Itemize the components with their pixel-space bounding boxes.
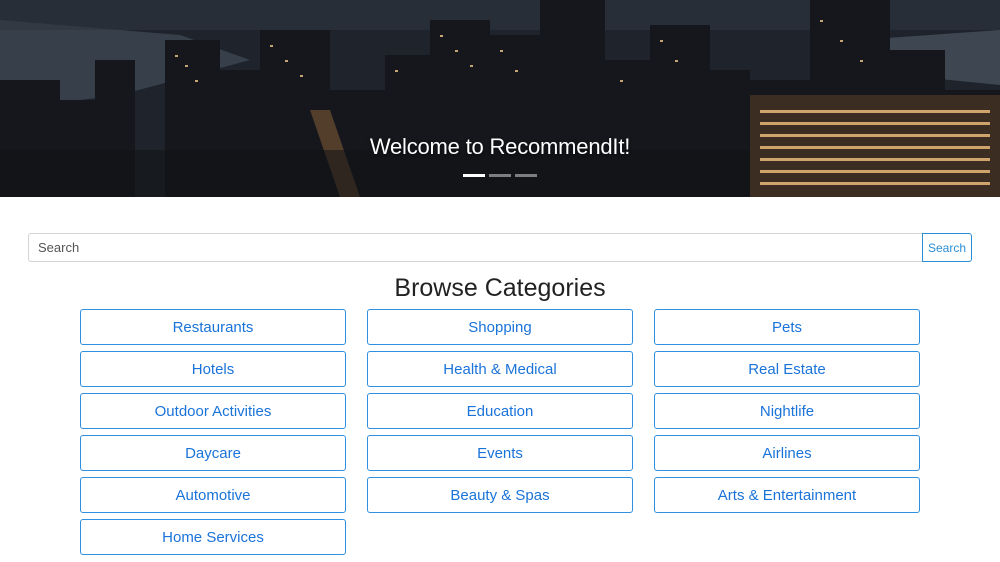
category-real-estate-button[interactable]: Real Estate: [654, 351, 920, 387]
category-automotive-button[interactable]: Automotive: [80, 477, 346, 513]
category-pets-button[interactable]: Pets: [654, 309, 920, 345]
category-education-button[interactable]: Education: [367, 393, 633, 429]
search-button[interactable]: Search: [922, 233, 972, 262]
category-hotels-button[interactable]: Hotels: [80, 351, 346, 387]
city-skyline-image: [0, 0, 1000, 197]
category-airlines-button[interactable]: Airlines: [654, 435, 920, 471]
category-restaurants-button[interactable]: Restaurants: [80, 309, 346, 345]
hero-title: Welcome to RecommendIt!: [369, 134, 631, 159]
category-events-button[interactable]: Events: [367, 435, 633, 471]
hero-carousel[interactable]: Welcome to RecommendIt!: [0, 0, 1000, 197]
category-home-services-button[interactable]: Home Services: [80, 519, 346, 555]
carousel-indicators: [0, 174, 1000, 177]
category-shopping-button[interactable]: Shopping: [367, 309, 633, 345]
carousel-indicator-2[interactable]: [489, 174, 511, 177]
category-health-medical-button[interactable]: Health & Medical: [367, 351, 633, 387]
category-grid: Restaurants Shopping Pets Hotels Health …: [80, 309, 921, 555]
search-bar: Search: [28, 233, 972, 262]
carousel-indicator-3[interactable]: [515, 174, 537, 177]
category-daycare-button[interactable]: Daycare: [80, 435, 346, 471]
browse-categories-title: Browse Categories: [394, 274, 606, 302]
carousel-indicator-1[interactable]: [463, 174, 485, 177]
category-arts-entertainment-button[interactable]: Arts & Entertainment: [654, 477, 920, 513]
search-input[interactable]: [28, 233, 922, 262]
category-nightlife-button[interactable]: Nightlife: [654, 393, 920, 429]
category-outdoor-activities-button[interactable]: Outdoor Activities: [80, 393, 346, 429]
category-beauty-spas-button[interactable]: Beauty & Spas: [367, 477, 633, 513]
